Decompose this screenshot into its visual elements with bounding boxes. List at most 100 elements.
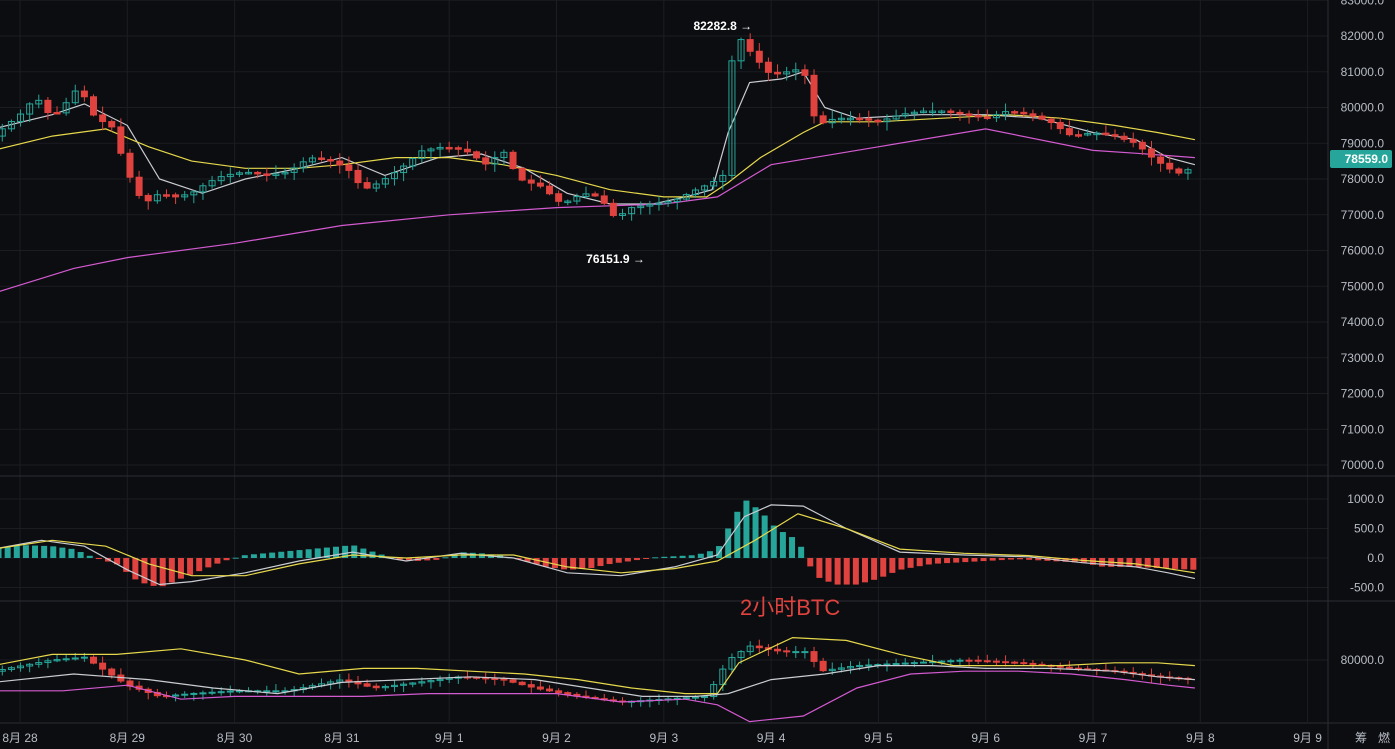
- toolbar-button-b[interactable]: 燃: [1378, 730, 1390, 745]
- macd-bar-negative: [816, 558, 823, 578]
- grid-lines: [0, 0, 1328, 722]
- macd-bar-positive: [32, 545, 39, 558]
- candle-down: [162, 194, 170, 197]
- candle-down: [856, 117, 864, 121]
- candle-down: [354, 169, 362, 184]
- y-tick-label: -500.0: [1350, 581, 1384, 595]
- macd-bar-positive: [250, 554, 257, 558]
- y-tick-label: 76000.0: [1341, 244, 1385, 258]
- y-tick-label: 81000.0: [1341, 65, 1385, 79]
- candle-down: [363, 683, 371, 687]
- candle-down: [172, 194, 180, 198]
- x-tick-label: 8月 29: [110, 731, 146, 745]
- candle-down: [555, 690, 563, 694]
- macd-bar-positive: [688, 555, 695, 558]
- candle-down: [1038, 115, 1046, 120]
- x-tick-label: 9月 5: [864, 731, 893, 745]
- y-tick-label: 0.0: [1367, 551, 1384, 565]
- ma-line: [0, 636, 1195, 695]
- price-annotation: 82282.8 →: [693, 19, 752, 33]
- btc-chart[interactable]: 82282.8 → 76151.9 → 78559.0 83000.0 82000.0…: [0, 0, 1395, 749]
- macd-bar-negative: [1026, 558, 1033, 560]
- candle-down: [1166, 162, 1174, 170]
- candle-down: [1102, 132, 1110, 136]
- macd-bar-positive: [77, 552, 84, 558]
- macd-bar-positive: [332, 546, 339, 558]
- toolbar: 筹 燃: [1355, 730, 1390, 745]
- candle-down: [591, 193, 599, 197]
- macd-bar-negative: [861, 558, 868, 583]
- macd-bar-positive: [697, 553, 704, 558]
- macd-bar-negative: [925, 558, 932, 565]
- y-tick-label: 73000.0: [1341, 351, 1385, 365]
- macd-bar-positive: [670, 556, 677, 558]
- macd-bar-negative: [916, 558, 923, 567]
- candle-down: [1120, 135, 1128, 140]
- macd-bar-positive: [22, 545, 29, 558]
- y-tick-label: 80000.0: [1341, 653, 1385, 667]
- candle-down: [263, 173, 271, 176]
- macd-bar-negative: [223, 558, 230, 561]
- macd-bar-negative: [597, 558, 604, 567]
- candle-down: [1047, 118, 1055, 124]
- candle-down: [1056, 665, 1064, 668]
- macd-panel[interactable]: [0, 500, 1197, 587]
- price-panel[interactable]: 82282.8 → 76151.9 → 78559.0: [0, 19, 1392, 294]
- candle-down: [974, 114, 982, 118]
- candle-down: [1129, 138, 1137, 143]
- candle-down: [1065, 128, 1073, 136]
- candle-down: [974, 659, 982, 662]
- candle-down: [135, 176, 143, 196]
- y-tick-label: 500.0: [1354, 522, 1384, 536]
- x-tick-label: 8月 30: [217, 731, 253, 745]
- candle-down: [755, 645, 763, 649]
- candle-down: [509, 151, 517, 170]
- candle-down: [327, 159, 335, 162]
- candle-down: [518, 681, 526, 686]
- macd-bar-negative: [579, 558, 586, 569]
- macd-bar-negative: [825, 558, 832, 582]
- candle-up: [865, 664, 873, 667]
- macd-bar-positive: [13, 545, 20, 558]
- ma-line: [0, 114, 1196, 198]
- macd-bar-negative: [551, 558, 558, 569]
- candle-down: [80, 90, 88, 98]
- y-tick-label: 1000.0: [1347, 492, 1384, 506]
- y-tick-label: 74000.0: [1341, 315, 1385, 329]
- macd-bar-positive: [679, 555, 686, 558]
- macd-bar-negative: [606, 558, 613, 565]
- macd-bar-positive: [661, 556, 668, 558]
- macd-bar-positive: [761, 515, 768, 558]
- macd-bar-negative: [807, 558, 814, 567]
- candle-down: [609, 202, 617, 216]
- candle-up: [682, 697, 690, 700]
- candle-down: [1029, 113, 1037, 117]
- lower-panel[interactable]: [0, 636, 1195, 723]
- axes: 83000.0 82000.0 81000.0 80000.0 79000.0 78000…: [0, 0, 1395, 749]
- macd-bar-positive: [68, 548, 75, 558]
- ma-line: [0, 128, 1195, 292]
- macd-bar-negative: [852, 558, 859, 585]
- x-tick-label: 9月 3: [649, 731, 678, 745]
- macd-bar-negative: [898, 558, 905, 570]
- macd-bar-negative: [962, 558, 969, 563]
- candle-down: [463, 148, 471, 153]
- macd-bar-positive: [0, 548, 2, 558]
- x-tick-label: 8月 31: [324, 731, 360, 745]
- toolbar-button-a[interactable]: 筹: [1355, 731, 1367, 745]
- macd-bar-negative: [1017, 558, 1024, 560]
- candle-down: [491, 677, 499, 680]
- macd-bar-positive: [442, 557, 449, 559]
- macd-bar-positive: [752, 507, 759, 558]
- x-tick-label: 8月 28: [2, 731, 38, 745]
- candle-down: [564, 692, 572, 695]
- candle-up: [919, 661, 927, 664]
- candle-down: [254, 171, 262, 175]
- macd-bar-negative: [433, 558, 440, 560]
- candle-down: [372, 685, 380, 689]
- candle-down: [1065, 666, 1073, 669]
- candle-down: [336, 160, 344, 166]
- y-tick-label: 82000.0: [1341, 29, 1385, 43]
- candle-down: [1029, 662, 1037, 665]
- macd-bar-negative: [633, 558, 640, 561]
